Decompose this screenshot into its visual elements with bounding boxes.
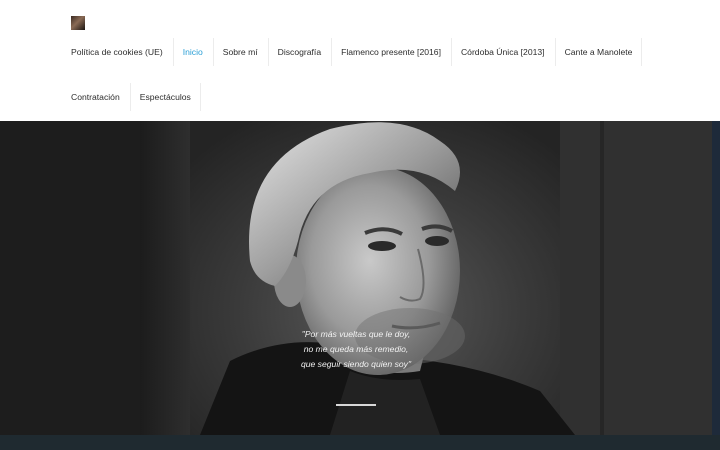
nav-item-sobre-mi[interactable]: Sobre mí [212,38,268,66]
nav-item-flamenco-presente[interactable]: Flamenco presente [2016] [331,38,451,66]
hero-quote-line-3: que seguir siendo quien soy" [300,359,412,369]
hero-quote-line-2: no me queda más remedio, [303,344,409,354]
section-band [0,435,720,450]
page-edge-strip [712,121,720,435]
main-nav-row-2: Contratación Espectáculos [61,83,201,111]
nav-item-espectaculos[interactable]: Espectáculos [129,83,201,111]
nav-item-cordoba-unica[interactable]: Córdoba Única [2013] [450,38,555,66]
site-logo[interactable] [71,16,85,30]
nav-item-cookies[interactable]: Política de cookies (UE) [61,38,173,66]
nav-item-inicio[interactable]: Inicio [172,38,213,66]
nav-item-discografia[interactable]: Discografía [267,38,331,66]
hero-banner: "Por más vueltas que le doy, no me queda… [0,121,720,435]
hero-quote: "Por más vueltas que le doy, no me queda… [260,327,452,372]
hero-quote-line-1: "Por más vueltas que le doy, [301,329,411,339]
nav-item-contratacion[interactable]: Contratación [61,83,130,111]
main-nav-row-1: Política de cookies (UE) Inicio Sobre mí… [61,38,643,66]
nav-item-cante-a-manolete[interactable]: Cante a Manolete [554,38,643,66]
hero-divider [336,404,376,406]
hero-portrait-image [0,121,712,435]
site-header: Política de cookies (UE) Inicio Sobre mí… [0,0,720,121]
